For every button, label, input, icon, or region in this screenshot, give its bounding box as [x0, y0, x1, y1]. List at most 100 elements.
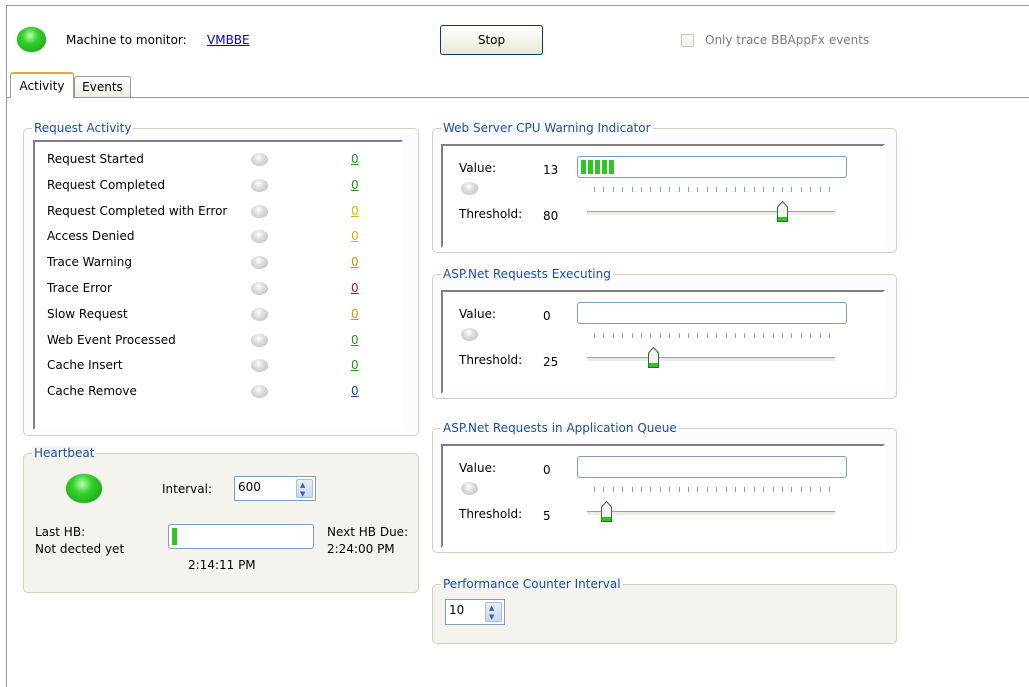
- last-hb-label: Last HB:: [35, 525, 86, 539]
- slider-tick: [820, 333, 821, 338]
- asp-executing-threshold-ticks: [594, 333, 830, 338]
- request-count-link[interactable]: 0: [351, 152, 359, 166]
- slider-tick: [782, 333, 783, 338]
- asp-executing-value-bar: [577, 302, 847, 324]
- request-status-icon: [251, 385, 268, 399]
- slider-tick: [622, 333, 623, 338]
- interval-spinner-buttons[interactable]: ▲ ▼: [296, 479, 313, 498]
- request-count-link[interactable]: 0: [351, 333, 359, 347]
- slider-tick: [707, 187, 708, 192]
- request-count-link[interactable]: 0: [351, 204, 359, 218]
- tab-events[interactable]: Events: [74, 76, 131, 97]
- request-type-label: Cache Remove: [47, 384, 137, 399]
- slider-tick: [632, 187, 633, 192]
- request-activity-group: Request Activity Request Started 0 Request…: [23, 121, 419, 436]
- cpu-indicator-title: Web Server CPU Warning Indicator: [441, 121, 653, 135]
- request-count-link[interactable]: 0: [351, 255, 359, 269]
- asp-queue-value-label: Value:: [459, 461, 496, 475]
- slider-tick: [791, 487, 792, 492]
- slider-tick: [810, 187, 811, 192]
- slider-tick: [660, 187, 661, 192]
- slider-tick: [754, 187, 755, 192]
- request-type-label: Slow Request: [47, 306, 128, 321]
- tab-activity-label: Activity: [19, 79, 65, 93]
- slider-tick: [669, 187, 670, 192]
- perf-interval-title: Performance Counter Interval: [441, 577, 623, 591]
- cpu-threshold-ticks: [594, 187, 830, 192]
- request-status-icon: [251, 333, 268, 347]
- slider-tick: [735, 333, 736, 338]
- slider-tick: [763, 333, 764, 338]
- tab-activity[interactable]: Activity: [10, 72, 74, 98]
- trace-only-checkbox[interactable]: [681, 34, 694, 47]
- slider-tick: [726, 487, 727, 492]
- slider-tick: [763, 187, 764, 192]
- slider-tick: [744, 187, 745, 192]
- slider-tick: [716, 333, 717, 338]
- spin-up-icon: ▲: [300, 481, 306, 489]
- heartbeat-progress-time: 2:14:11 PM: [188, 558, 256, 572]
- slider-tick: [622, 187, 623, 192]
- slider-tick: [801, 487, 802, 492]
- request-type-label: Request Completed with Error: [47, 203, 228, 218]
- cpu-indicator-panel: Value: 13 Threshold: 80: [441, 144, 885, 248]
- slider-tick: [603, 333, 604, 338]
- asp-executing-threshold-slider-thumb[interactable]: [648, 347, 659, 368]
- perf-interval-value: 10: [449, 603, 465, 617]
- request-activity-list: Request Started 0 Request Completed 0 Reques…: [33, 140, 403, 430]
- request-type-label: Access Denied: [47, 229, 135, 244]
- slider-tick: [735, 187, 736, 192]
- asp-executing-title: ASP.Net Requests Executing: [441, 267, 613, 281]
- interval-label: Interval:: [162, 482, 212, 496]
- request-count-link[interactable]: 0: [351, 178, 359, 192]
- request-count-link[interactable]: 0: [351, 384, 359, 398]
- slider-tick: [613, 187, 614, 192]
- perf-interval-spinner-buttons[interactable]: ▲ ▼: [485, 602, 502, 622]
- slider-tick: [660, 487, 661, 492]
- asp-queue-panel: Value: 0 Threshold: 5: [441, 444, 885, 548]
- request-count-link[interactable]: 0: [351, 358, 359, 372]
- cpu-threshold: 80: [543, 209, 559, 223]
- heartbeat-group: Heartbeat Interval: 600 ▲ ▼ Last HB: Not …: [23, 446, 419, 593]
- asp-queue-threshold-label: Threshold:: [459, 507, 523, 521]
- machine-name-link[interactable]: VMBBE: [207, 33, 250, 47]
- request-type-label: Trace Warning: [47, 255, 132, 270]
- asp-queue-group: ASP.Net Requests in Application Queue Va…: [432, 421, 897, 553]
- slider-tick: [603, 187, 604, 192]
- slider-tick: [679, 333, 680, 338]
- slider-tick: [707, 333, 708, 338]
- cpu-warning-icon: [461, 182, 478, 195]
- slider-tick: [650, 487, 651, 492]
- trace-only-label: Only trace BBAppFx events: [705, 33, 870, 47]
- slider-tick: [782, 487, 783, 492]
- request-count-link[interactable]: 0: [351, 307, 359, 321]
- perf-interval-group: Performance Counter Interval 10 ▲ ▼: [432, 577, 897, 644]
- request-count-link[interactable]: 0: [351, 281, 359, 295]
- connection-status-icon: [17, 27, 46, 52]
- tab-events-label: Events: [82, 80, 123, 94]
- heartbeat-progress-fill: [172, 528, 178, 545]
- slider-tick: [801, 333, 802, 338]
- request-count-link[interactable]: 0: [351, 229, 359, 243]
- interval-spinner[interactable]: 600 ▲ ▼: [234, 476, 316, 501]
- slider-tick: [829, 333, 830, 338]
- asp-queue-warning-icon: [461, 482, 478, 495]
- slider-tick: [716, 187, 717, 192]
- cpu-value: 13: [543, 163, 559, 177]
- slider-tick: [829, 487, 830, 492]
- machine-label: Machine to monitor:: [66, 33, 187, 47]
- cpu-value-bar-fill: [581, 160, 615, 174]
- heartbeat-progress-bar: [168, 524, 314, 549]
- cpu-threshold-slider-thumb[interactable]: [777, 201, 788, 222]
- stop-button[interactable]: Stop: [440, 25, 543, 55]
- slider-tick: [622, 487, 623, 492]
- slider-tick: [744, 333, 745, 338]
- request-status-icon: [251, 307, 268, 321]
- cpu-value-label: Value:: [459, 161, 496, 175]
- slider-tick: [613, 487, 614, 492]
- request-status-icon: [251, 230, 268, 244]
- perf-interval-spinner[interactable]: 10 ▲ ▼: [445, 599, 505, 625]
- slider-tick: [773, 487, 774, 492]
- slider-tick: [632, 333, 633, 338]
- asp-queue-threshold-slider-thumb[interactable]: [601, 501, 612, 522]
